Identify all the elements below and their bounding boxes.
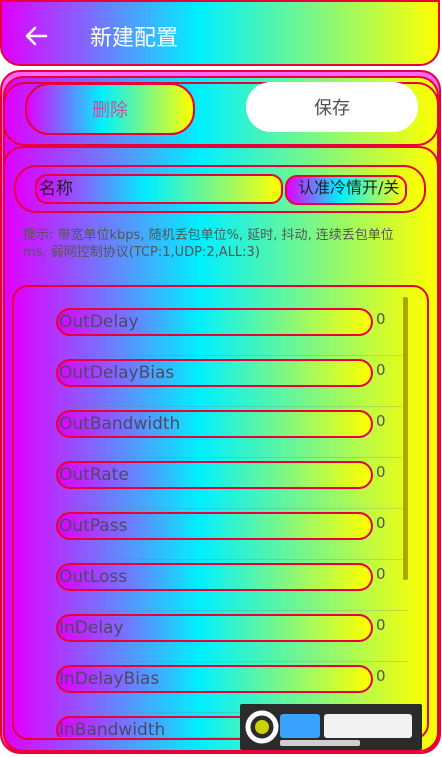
param-row: OutDelayBias 0 — [56, 356, 408, 407]
app-header: 新建配置 — [0, 0, 440, 66]
param-value: 0 — [376, 616, 386, 634]
param-row: OutDelay 0 — [56, 305, 408, 356]
name-input[interactable]: 名称 — [35, 174, 283, 204]
param-row: InDelay 0 — [56, 611, 408, 662]
param-value: 0 — [376, 310, 386, 328]
delete-button[interactable]: 删除 — [25, 83, 195, 135]
watermark-logo — [240, 704, 422, 750]
param-input[interactable]: InDelay — [56, 614, 373, 642]
arrow-left-icon — [25, 26, 48, 46]
watermark-graphic — [245, 710, 412, 746]
param-input[interactable]: OutPass — [56, 512, 373, 540]
param-row: OutRate 0 — [56, 458, 408, 509]
param-input[interactable]: InDelayBias — [56, 665, 373, 693]
delete-button-label: 删除 — [92, 100, 128, 121]
param-row: OutBandwidth 0 — [56, 407, 408, 458]
param-input[interactable]: OutDelay — [56, 308, 373, 336]
back-button[interactable] — [22, 22, 50, 50]
param-row: OutPass 0 — [56, 509, 408, 560]
param-input[interactable]: OutDelayBias — [56, 359, 373, 387]
param-input[interactable]: OutLoss — [56, 563, 373, 591]
param-value: 0 — [376, 463, 386, 481]
enable-toggle-label[interactable]: 认准冷情开/关 — [298, 176, 399, 200]
list-scrollbar[interactable] — [403, 297, 408, 580]
save-button-label: 保存 — [314, 98, 350, 119]
name-input-placeholder: 名称 — [39, 179, 73, 199]
param-value: 0 — [376, 412, 386, 430]
param-value: 0 — [376, 565, 386, 583]
param-input[interactable]: OutRate — [56, 461, 373, 489]
param-value: 0 — [376, 667, 386, 685]
page-title: 新建配置 — [90, 26, 179, 51]
param-input[interactable]: OutBandwidth — [56, 410, 373, 438]
param-row: OutLoss 0 — [56, 560, 408, 611]
save-button[interactable]: 保存 — [246, 82, 418, 132]
param-value: 0 — [376, 514, 386, 532]
param-value: 0 — [376, 361, 386, 379]
hint-text: 提示: 带宽单位kbps, 随机丢包单位%, 延时, 抖动, 连续丢包单位ms,… — [23, 228, 394, 260]
